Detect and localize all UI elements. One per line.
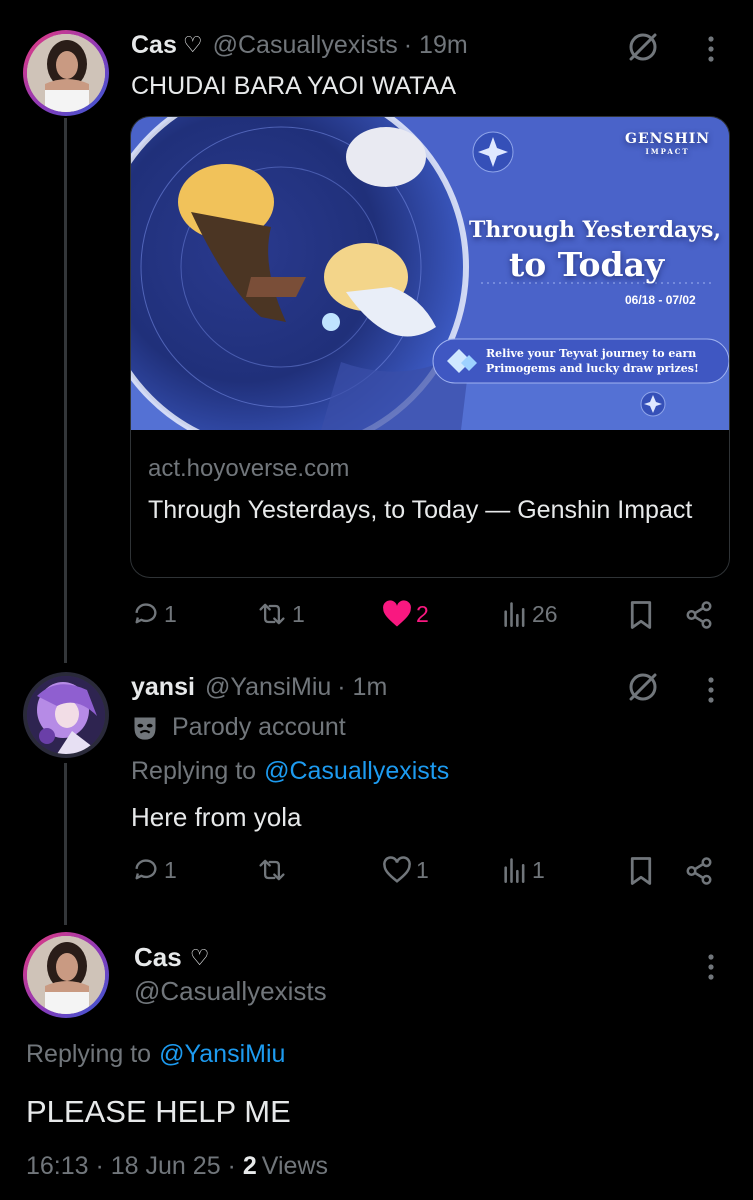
heart-glyph: ♡: [189, 944, 210, 970]
brand-logo: GENSHIN: [625, 131, 711, 147]
author-handle[interactable]: @YansiMiu: [205, 673, 331, 702]
card-promo-line2: Primogems and lucky draw prizes!: [486, 362, 699, 375]
card-dates: 06/18 - 07/02: [625, 293, 696, 307]
post-time[interactable]: · 1m: [337, 673, 387, 702]
tweet-text: Here from yola: [131, 802, 302, 832]
replying-to-prefix: Replying to: [26, 1040, 152, 1068]
replying-to-link[interactable]: @Casuallyexists: [264, 757, 449, 786]
reply-icon: [135, 859, 157, 880]
parody-mask-icon: [134, 717, 156, 740]
like-button[interactable]: 1: [382, 856, 429, 884]
more-options-icon[interactable]: [703, 675, 719, 710]
card-domain: act.hoyoverse.com: [148, 455, 350, 482]
avatar[interactable]: [23, 672, 109, 758]
author-name[interactable]: yansi: [131, 673, 195, 702]
author-handle[interactable]: @Casuallyexists: [213, 31, 398, 60]
more-options-icon[interactable]: [703, 952, 719, 987]
brand-logo-sub: IMPACT: [645, 147, 690, 156]
grok-icon[interactable]: [626, 30, 660, 69]
avatar[interactable]: [23, 30, 109, 116]
card-image[interactable]: GENSHIN IMPACT Through Yesterdays, to To…: [131, 117, 729, 430]
share-button[interactable]: [684, 856, 714, 886]
card-headline-line2: to Today: [509, 245, 665, 284]
tweet-text: CHUDAI BARA YAOI WATAA: [131, 72, 457, 100]
author-name[interactable]: Cas: [134, 942, 182, 973]
card-promo-line1: Relive your Teyvat journey to earn: [486, 347, 697, 360]
heart-outline-icon: [383, 856, 411, 883]
post-time[interactable]: · 19m: [404, 31, 468, 60]
grok-icon[interactable]: [626, 670, 660, 709]
reply-button[interactable]: 1: [132, 856, 177, 884]
views-count: 2: [242, 1152, 257, 1180]
bookmark-button[interactable]: [628, 856, 654, 886]
views-count: 1: [532, 856, 545, 883]
views-button[interactable]: 26: [502, 600, 558, 628]
heart-filled-icon: [383, 600, 411, 627]
repost-button[interactable]: 1: [256, 600, 305, 628]
like-button[interactable]: 2: [382, 600, 429, 628]
bookmark-icon: [630, 601, 652, 629]
author-handle[interactable]: @Casuallyexists: [134, 976, 327, 1007]
like-count: 2: [416, 600, 429, 627]
repost-count: 1: [292, 600, 305, 627]
reply-count: 1: [164, 600, 177, 627]
share-icon: [686, 857, 712, 885]
bookmark-icon: [630, 857, 652, 885]
replying-to-prefix: Replying to: [131, 757, 257, 785]
card-headline-line1: Through Yesterdays,: [469, 217, 722, 243]
reply-count: 1: [164, 856, 177, 883]
bookmark-button[interactable]: [628, 600, 654, 630]
share-button[interactable]: [684, 600, 714, 630]
views-button[interactable]: 1: [502, 856, 545, 884]
repost-icon: [259, 603, 285, 625]
like-count: 1: [416, 856, 429, 883]
reply-button[interactable]: 1: [132, 600, 177, 628]
repost-button[interactable]: [256, 856, 292, 884]
share-icon: [686, 601, 712, 629]
heart-glyph: ♡: [182, 32, 203, 57]
tweet-text: PLEASE HELP ME: [26, 1094, 291, 1129]
author-name[interactable]: Cas: [131, 31, 177, 60]
views-icon: [504, 858, 525, 883]
views-label: Views: [261, 1152, 329, 1180]
reply-icon: [135, 603, 157, 624]
link-card[interactable]: GENSHIN IMPACT Through Yesterdays, to To…: [130, 116, 730, 578]
thread-line: [64, 763, 67, 925]
thread-line: [64, 118, 67, 663]
avatar[interactable]: [23, 932, 109, 1018]
views-count: 26: [532, 600, 558, 627]
parody-label: Parody account: [172, 713, 346, 741]
post-timestamp: 16:13 · 18 Jun 25 ·: [26, 1152, 236, 1180]
repost-icon: [259, 859, 285, 881]
more-options-icon[interactable]: [703, 34, 719, 69]
replying-to-link[interactable]: @YansiMiu: [159, 1040, 285, 1069]
views-icon: [504, 602, 525, 627]
card-title: Through Yesterdays, to Today — Genshin I…: [148, 496, 693, 524]
